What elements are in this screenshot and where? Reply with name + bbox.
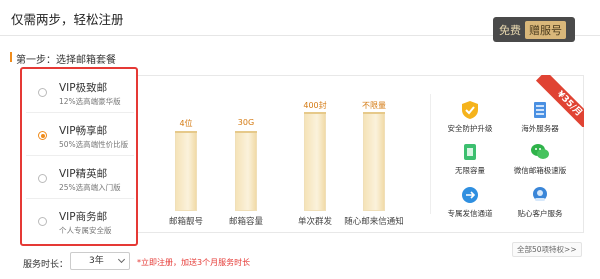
- bar-category-label: 随心邮来信通知: [344, 217, 404, 227]
- package-name: VIP畅享邮: [59, 125, 108, 137]
- package-option-business[interactable]: VIP商务邮 个人专属安全版: [26, 202, 134, 242]
- radio-button[interactable]: [38, 217, 47, 226]
- chevron-down-icon: [117, 255, 126, 264]
- feature-customer-service: 贴心客户服务: [507, 185, 573, 219]
- package-desc: 25%选高端入门版: [59, 183, 121, 192]
- bar-value-label-nickname: 4位: [179, 119, 193, 128]
- feature-bar-chart: 4位 邮箱靓号 30G 邮箱容量 400封 单次群发 不限量 随心邮来信通知: [137, 76, 427, 234]
- package-desc: 50%选高端性价比版: [59, 140, 129, 149]
- feature-label: 无限容量: [455, 166, 485, 175]
- feature-unlimited-storage: 无限容量: [437, 142, 503, 176]
- send-channel-icon: [460, 185, 480, 205]
- promo-free-label: 免费: [499, 23, 521, 37]
- feature-send-channel: 专属发信通道: [437, 185, 503, 219]
- package-name: VIP极致邮: [59, 82, 108, 94]
- bar-cap: [175, 131, 197, 133]
- feature-security: 安全防护升级: [437, 100, 503, 134]
- bar-cap: [363, 112, 385, 114]
- price-ribbon: ¥35/月: [532, 75, 584, 127]
- bar-mass-send: [304, 112, 326, 211]
- bar-cap: [235, 131, 257, 133]
- radio-button[interactable]: [38, 174, 47, 183]
- duration-select[interactable]: 3年: [70, 252, 130, 270]
- bar-value-label-mass-send: 400封: [303, 101, 327, 110]
- bar-nickname: [175, 131, 197, 211]
- feature-label: 贴心客户服务: [517, 209, 563, 218]
- bar-value-label-notify: 不限量: [362, 101, 386, 110]
- all-privileges-link[interactable]: 全部50项特权>>: [512, 242, 582, 257]
- promo-gift-label: 赠服号: [525, 20, 566, 39]
- bar-cap: [304, 112, 326, 114]
- bar-notify: [363, 112, 385, 211]
- feature-wechat-mail: 微信邮箱极速版: [507, 142, 573, 176]
- storage-icon: [460, 142, 480, 162]
- panel-divider: [430, 94, 431, 214]
- package-selector: VIP极致邮 12%选高端豪华版 VIP畅享邮 50%选高端性价比版 VIP精英…: [20, 67, 138, 246]
- bar-value-label-capacity: 30G: [237, 118, 255, 127]
- feature-label: 安全防护升级: [447, 124, 493, 133]
- feature-label: 微信邮箱极速版: [513, 166, 567, 175]
- duration-value: 3年: [89, 256, 104, 266]
- package-desc: 12%选高端豪华版: [59, 97, 121, 106]
- package-option-enjoy[interactable]: VIP畅享邮 50%选高端性价比版: [26, 116, 134, 156]
- radio-button-selected[interactable]: [38, 131, 47, 140]
- package-option-ultimate[interactable]: VIP极致邮 12%选高端豪华版: [26, 73, 134, 113]
- price-label: ¥35/月: [535, 75, 584, 127]
- free-gift-badge[interactable]: 免费 赠服号: [493, 17, 575, 42]
- customer-service-icon: [530, 185, 550, 205]
- step-one-label: 第一步：选择邮箱套餐: [10, 51, 116, 66]
- package-name: VIP商务邮: [59, 211, 108, 223]
- feature-label: 专属发信通道: [447, 209, 493, 218]
- duration-label: 服务时长：: [23, 260, 69, 270]
- page-header: 仅需两步，轻松注册 免费 赠服号: [0, 0, 600, 42]
- bar-capacity: [235, 131, 257, 211]
- shield-icon: [460, 100, 480, 120]
- wechat-icon: [530, 142, 550, 162]
- page-title: 仅需两步，轻松注册: [11, 12, 124, 27]
- package-option-elite[interactable]: VIP精英邮 25%选高端入门版: [26, 159, 134, 199]
- package-desc: 个人专属安全版: [59, 226, 112, 235]
- bar-category-label: 邮箱容量: [228, 217, 263, 227]
- package-comparison-panel: 4位 邮箱靓号 30G 邮箱容量 400封 单次群发 不限量 随心邮来信通知 安…: [136, 75, 584, 233]
- radio-button[interactable]: [38, 88, 47, 97]
- registration-bonus-note: *立即注册，加送3个月服务时长: [137, 258, 251, 267]
- package-name: VIP精英邮: [59, 168, 108, 180]
